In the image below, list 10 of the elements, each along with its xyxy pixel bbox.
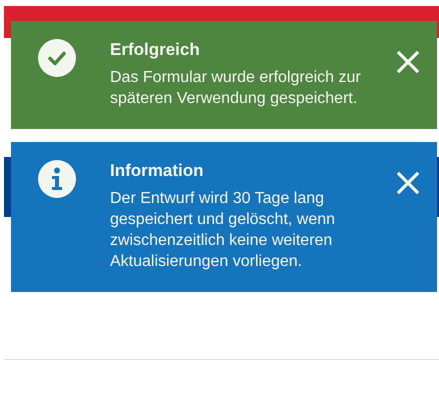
- close-icon: [397, 51, 419, 73]
- notification-message: Der Entwurf wird 30 Tage lang gespeichert und gelöscht, wenn zwischenzeitlich keine weiteren Aktualisierungen vorliegen.: [110, 189, 336, 272]
- info-circle-icon: [38, 160, 76, 198]
- close-icon: [397, 172, 419, 194]
- close-button[interactable]: [395, 170, 421, 196]
- notification-message: Das Formular wurde erfolgreich zur späteren Verwendung gespeichert.: [110, 68, 362, 109]
- notification-title: Information: [110, 160, 204, 182]
- notification-title: Erfolgreich: [110, 39, 201, 61]
- close-button[interactable]: [395, 49, 421, 75]
- check-circle-icon: [38, 39, 76, 77]
